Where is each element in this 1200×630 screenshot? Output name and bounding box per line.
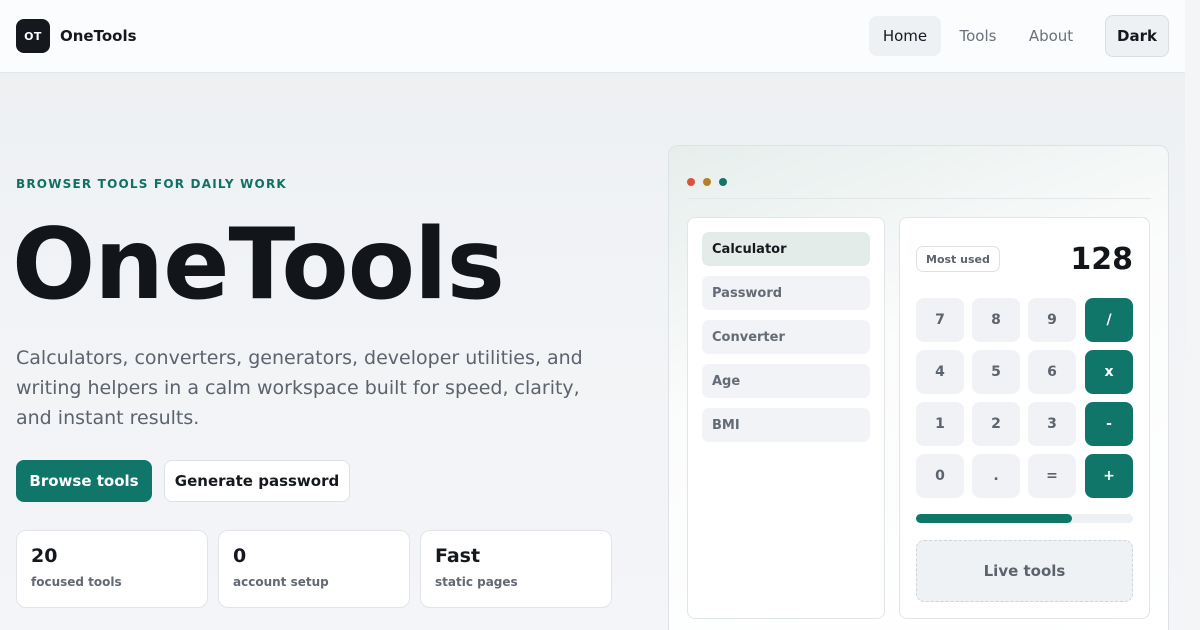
nav-tools-link[interactable]: Tools bbox=[948, 16, 1008, 56]
sidebar-item-converter[interactable]: Converter bbox=[702, 320, 870, 354]
window-maximize-dot-icon bbox=[719, 178, 727, 186]
generate-password-button[interactable]: Generate password bbox=[164, 460, 350, 502]
key-equals[interactable]: = bbox=[1028, 454, 1076, 498]
hero-title: OneTools bbox=[12, 208, 505, 322]
usage-progress-fill bbox=[916, 514, 1073, 523]
key-8[interactable]: 8 bbox=[972, 298, 1020, 342]
stat-value: 0 bbox=[233, 545, 247, 567]
dark-mode-toggle[interactable]: Dark bbox=[1105, 15, 1169, 57]
usage-progress-bar bbox=[916, 514, 1133, 523]
stat-value: Fast bbox=[435, 545, 481, 567]
key-subtract[interactable]: - bbox=[1085, 402, 1133, 446]
stat-card-tools: 20 focused tools bbox=[16, 530, 208, 608]
stat-label: focused tools bbox=[31, 575, 122, 589]
key-multiply[interactable]: x bbox=[1085, 350, 1133, 394]
key-3[interactable]: 3 bbox=[1028, 402, 1076, 446]
key-5[interactable]: 5 bbox=[972, 350, 1020, 394]
sidebar-item-password[interactable]: Password bbox=[702, 276, 870, 310]
key-2[interactable]: 2 bbox=[972, 402, 1020, 446]
sidebar-item-bmi[interactable]: BMI bbox=[702, 408, 870, 442]
stat-value: 20 bbox=[31, 545, 58, 567]
key-6[interactable]: 6 bbox=[1028, 350, 1076, 394]
calculator-panel: Most used 128 7 8 9 / 4 5 6 x 1 2 3 - 0 … bbox=[899, 217, 1150, 619]
site-header: OT OneTools Home Tools About Dark bbox=[0, 0, 1185, 73]
stat-card-account: 0 account setup bbox=[218, 530, 410, 608]
calculator-display: 128 bbox=[1070, 242, 1133, 277]
hero-eyebrow: BROWSER TOOLS FOR DAILY WORK bbox=[16, 177, 287, 191]
live-tools-box: Live tools bbox=[916, 540, 1133, 602]
app-preview-window: Calculator Password Converter Age BMI Mo… bbox=[668, 145, 1169, 630]
key-4[interactable]: 4 bbox=[916, 350, 964, 394]
window-close-dot-icon bbox=[687, 178, 695, 186]
sidebar-item-calculator[interactable]: Calculator bbox=[702, 232, 870, 266]
stat-label: static pages bbox=[435, 575, 518, 589]
window-minimize-dot-icon bbox=[703, 178, 711, 186]
key-7[interactable]: 7 bbox=[916, 298, 964, 342]
page-scrollbar[interactable] bbox=[1185, 0, 1200, 630]
nav-home-link[interactable]: Home bbox=[869, 16, 941, 56]
most-used-badge: Most used bbox=[916, 246, 1000, 272]
divider bbox=[687, 198, 1151, 199]
stat-card-speed: Fast static pages bbox=[420, 530, 612, 608]
stat-label: account setup bbox=[233, 575, 329, 589]
logo-icon[interactable]: OT bbox=[16, 19, 50, 53]
key-decimal[interactable]: . bbox=[972, 454, 1020, 498]
sidebar-item-age[interactable]: Age bbox=[702, 364, 870, 398]
key-add[interactable]: + bbox=[1085, 454, 1133, 498]
hero-description: Calculators, converters, generators, dev… bbox=[16, 347, 583, 429]
key-0[interactable]: 0 bbox=[916, 454, 964, 498]
key-1[interactable]: 1 bbox=[916, 402, 964, 446]
brand-name[interactable]: OneTools bbox=[60, 27, 137, 45]
key-divide[interactable]: / bbox=[1085, 298, 1133, 342]
nav-about-link[interactable]: About bbox=[1020, 16, 1082, 56]
browse-tools-button[interactable]: Browse tools bbox=[16, 460, 152, 502]
tool-sidebar: Calculator Password Converter Age BMI bbox=[687, 217, 885, 619]
key-9[interactable]: 9 bbox=[1028, 298, 1076, 342]
